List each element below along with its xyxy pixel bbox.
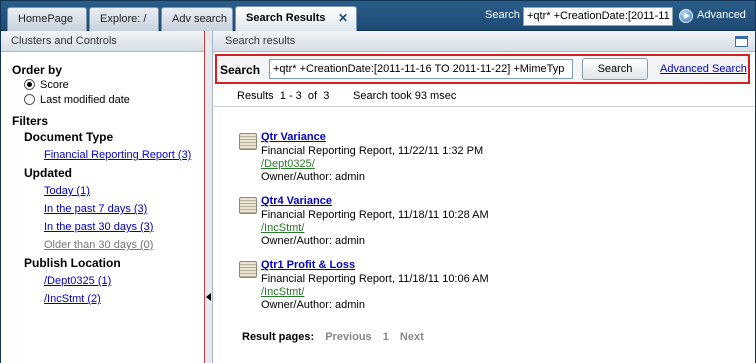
filter-older-30-days: Older than 30 days (0) (44, 239, 154, 251)
search-label: Search (220, 63, 261, 77)
order-date-radio[interactable] (24, 94, 35, 105)
result-meta: Financial Reporting Report, 11/18/11 10:… (261, 209, 489, 221)
previous-page-link: Previous (325, 331, 372, 343)
search-input[interactable]: +qtr* +CreationDate:[2011-11-16 TO 2011-… (269, 59, 573, 79)
result-owner: Owner/Author: admin (261, 299, 365, 311)
result-meta: Financial Reporting Report, 11/22/11 1:3… (261, 145, 484, 157)
document-type-title: Document Type (24, 130, 114, 144)
filter-incstmt[interactable]: /IncStmt (2) (44, 293, 101, 305)
tab-label: Adv search (172, 13, 228, 25)
filter-dept0325[interactable]: /Dept0325 (1) (44, 275, 111, 287)
result-owner: Owner/Author: admin (261, 235, 365, 247)
tab-label: Search Results (246, 12, 326, 24)
current-page-number: 1 (382, 331, 389, 343)
top-tab-bar: HomePage Explore: / Adv search Search Re… (0, 0, 756, 32)
order-score-radio[interactable] (24, 79, 35, 90)
collapse-arrow-icon[interactable] (206, 293, 211, 301)
search-time: Search took 93 msec (353, 90, 457, 102)
search-results-panel: Search results Search +qtr* +CreationDat… (213, 31, 756, 363)
result-path[interactable]: /IncStmt/ (261, 286, 304, 298)
top-advanced-link[interactable]: Advanced (697, 9, 746, 21)
result-pages-label: Result pages: (242, 331, 315, 343)
result-title[interactable]: Qtr4 Variance (261, 195, 332, 207)
order-by-title: Order by (12, 63, 63, 77)
panel-splitter[interactable] (205, 31, 213, 363)
search-bar: Search +qtr* +CreationDate:[2011-11-16 T… (215, 54, 750, 84)
result-path[interactable]: /IncStmt/ (261, 222, 304, 234)
filter-past-7-days[interactable]: In the past 7 days (3) (44, 203, 147, 215)
clusters-panel-header: Clusters and Controls (1, 31, 204, 52)
result-title[interactable]: Qtr1 Profit & Loss (261, 259, 355, 271)
filter-past-30-days[interactable]: In the past 30 days (3) (44, 221, 153, 233)
result-pages: Result pages: Previous 1 Next (242, 331, 424, 343)
updated-title: Updated (24, 166, 72, 180)
tab-adv-search[interactable]: Adv search (161, 7, 233, 31)
filter-financial-reporting[interactable]: Financial Reporting Report (3) (44, 149, 191, 161)
filter-today[interactable]: Today (1) (44, 185, 90, 197)
result-path[interactable]: /Dept0325/ (261, 158, 315, 170)
tab-homepage[interactable]: HomePage (7, 7, 87, 31)
report-document-icon (239, 261, 257, 278)
order-score-label: Score (40, 79, 69, 91)
report-document-icon (239, 133, 257, 150)
search-results-header: Search results (213, 31, 755, 52)
filters-title: Filters (12, 114, 49, 128)
order-date-label: Last modified date (40, 94, 130, 106)
tab-explore[interactable]: Explore: / (89, 7, 159, 31)
results-count: Results 1 - 3 of 3 (237, 90, 330, 102)
next-page-link: Next (399, 331, 424, 343)
search-button[interactable]: Search (582, 58, 648, 80)
advanced-search-link[interactable]: Advanced Search (660, 63, 747, 75)
publish-location-title: Publish Location (24, 256, 121, 270)
tab-search-results[interactable]: Search Results ✕ (235, 6, 357, 32)
maximize-icon[interactable] (735, 36, 748, 47)
clusters-panel: Clusters and Controls Order by Score Las… (0, 31, 205, 363)
tab-label: HomePage (18, 13, 74, 25)
results-summary-bar: Results 1 - 3 of 3 Search took 93 msec (213, 86, 754, 107)
report-document-icon (239, 197, 257, 214)
close-icon[interactable]: ✕ (338, 7, 348, 29)
advanced-arrow-icon[interactable] (679, 9, 693, 23)
top-search-label: Search (485, 9, 520, 21)
result-title[interactable]: Qtr Variance (261, 131, 326, 143)
result-meta: Financial Reporting Report, 11/18/11 10:… (261, 273, 489, 285)
tab-label: Explore: / (100, 13, 147, 25)
top-search-input[interactable]: +qtr* +CreationDate:[2011-11 (523, 7, 673, 26)
result-owner: Owner/Author: admin (261, 171, 365, 183)
